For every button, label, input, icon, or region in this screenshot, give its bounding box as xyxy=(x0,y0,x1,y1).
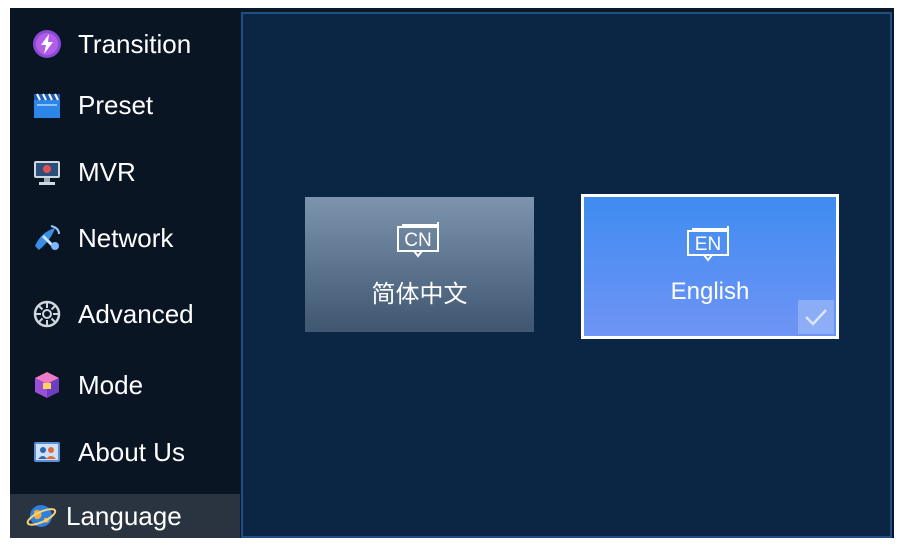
people-icon xyxy=(30,435,64,469)
sidebar-item-label: Language xyxy=(66,500,182,531)
sidebar-item-label: MVR xyxy=(78,156,136,187)
language-label-english: English xyxy=(670,278,750,305)
sidebar-item-mvr[interactable]: MVR xyxy=(10,147,240,197)
sidebar-item-label: Network xyxy=(78,222,174,253)
language-option-chinese[interactable]: CN 简体中文 xyxy=(305,197,534,332)
cn-badge-icon: CN xyxy=(394,219,446,264)
language-label-chinese: 简体中文 xyxy=(371,281,468,308)
sidebar-item-label: About Us xyxy=(78,436,185,467)
language-panel: CN 简体中文 EN English xyxy=(241,12,892,538)
checkmark-icon xyxy=(798,300,834,334)
cn-badge-text: CN xyxy=(404,230,431,251)
en-badge-icon: EN xyxy=(684,223,736,268)
satellite-icon xyxy=(30,221,64,255)
transition-icon xyxy=(30,27,64,61)
sidebar-item-advanced[interactable]: Advanced xyxy=(10,289,240,339)
sidebar-item-transition[interactable]: Transition xyxy=(10,19,240,69)
gear-icon xyxy=(30,297,64,331)
sidebar-item-label: Preset xyxy=(78,89,154,120)
globe-icon xyxy=(24,499,58,533)
sidebar-item-label: Transition xyxy=(78,28,192,59)
en-badge-text: EN xyxy=(695,234,721,255)
sidebar-item-label: Mode xyxy=(78,369,144,400)
cube-icon xyxy=(30,368,64,402)
app-frame: Transition Preset MVR Network Advanced M… xyxy=(10,8,894,538)
sidebar-item-preset[interactable]: Preset xyxy=(10,80,240,130)
sidebar-item-label: Advanced xyxy=(78,298,194,329)
sidebar: Transition Preset MVR Network Advanced M… xyxy=(10,8,240,538)
language-option-english[interactable]: EN English xyxy=(581,194,839,339)
sidebar-item-network[interactable]: Network xyxy=(10,213,240,263)
sidebar-item-language[interactable]: Language xyxy=(10,494,240,538)
sidebar-item-about-us[interactable]: About Us xyxy=(10,427,240,477)
clapperboard-icon xyxy=(30,88,64,122)
sidebar-item-mode[interactable]: Mode xyxy=(10,360,240,410)
monitor-icon xyxy=(30,155,64,189)
